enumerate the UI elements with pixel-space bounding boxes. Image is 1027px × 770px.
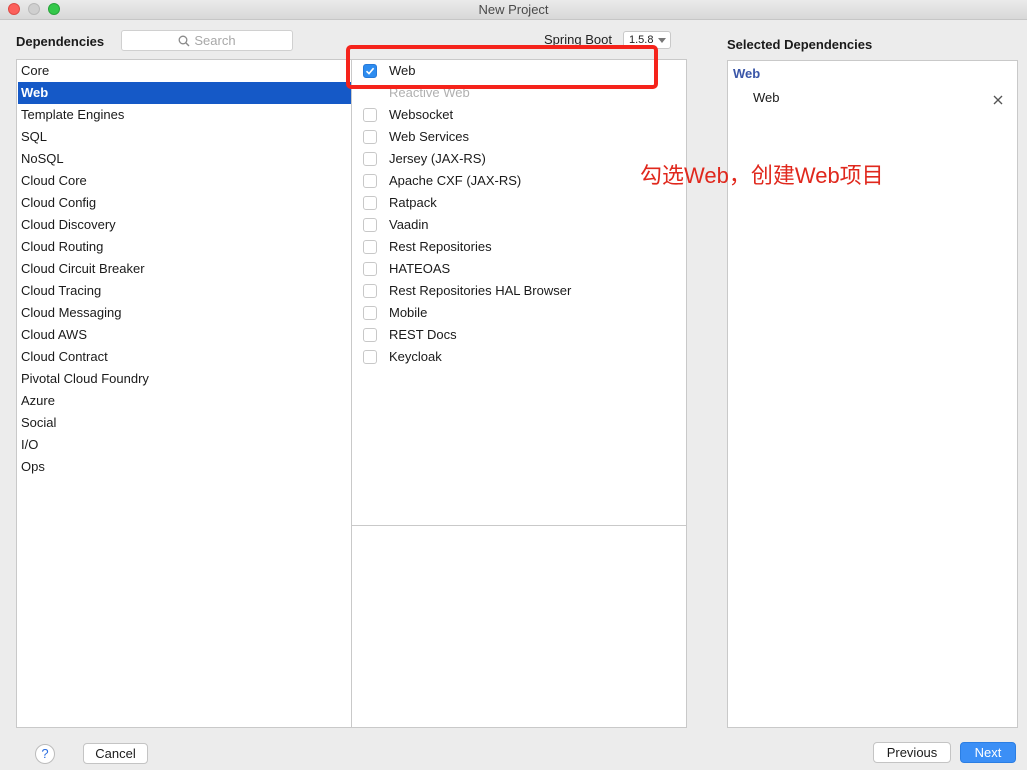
category-item-azure[interactable]: Azure	[18, 390, 351, 412]
checkbox[interactable]	[363, 350, 377, 364]
category-item-sql[interactable]: SQL	[18, 126, 351, 148]
dependency-label: Ratpack	[389, 195, 437, 210]
checkbox[interactable]	[363, 306, 377, 320]
previous-button[interactable]: Previous	[873, 742, 951, 763]
dependency-label: Vaadin	[389, 217, 429, 232]
category-item-web[interactable]: Web	[18, 82, 351, 104]
dependency-label: Jersey (JAX-RS)	[389, 151, 486, 166]
category-item-cloud-aws[interactable]: Cloud AWS	[18, 324, 351, 346]
dependency-label: REST Docs	[389, 327, 457, 342]
close-icon[interactable]	[992, 94, 1004, 106]
category-item-cloud-config[interactable]: Cloud Config	[18, 192, 351, 214]
checkbox[interactable]	[363, 218, 377, 232]
dependencies-label: Dependencies	[16, 34, 105, 49]
category-item-cloud-core[interactable]: Cloud Core	[18, 170, 351, 192]
dependency-label: Apache CXF (JAX-RS)	[389, 173, 522, 188]
checkbox[interactable]	[363, 196, 377, 210]
window-title: New Project	[478, 2, 549, 17]
checkbox[interactable]	[363, 108, 377, 122]
category-item-pivotal-cloud-foundry[interactable]: Pivotal Cloud Foundry	[18, 368, 351, 390]
dependency-label: Websocket	[389, 107, 454, 122]
checkbox[interactable]	[363, 174, 377, 188]
cancel-button[interactable]: Cancel	[83, 743, 148, 764]
checkbox[interactable]	[363, 240, 377, 254]
next-button[interactable]: Next	[960, 742, 1016, 763]
dependency-label: Web Services	[389, 129, 469, 144]
category-item-cloud-discovery[interactable]: Cloud Discovery	[18, 214, 351, 236]
category-item-cloud-tracing[interactable]: Cloud Tracing	[18, 280, 351, 302]
dependency-label: Rest Repositories	[389, 239, 492, 254]
dependency-list: Web Reactive Web Websocket Web Services …	[351, 59, 687, 526]
category-item-io[interactable]: I/O	[18, 434, 351, 456]
category-item-cloud-messaging[interactable]: Cloud Messaging	[18, 302, 351, 324]
selected-dependency-item: Web	[753, 90, 780, 105]
category-item-social[interactable]: Social	[18, 412, 351, 434]
category-list: Core Web Template Engines SQL NoSQL Clou…	[16, 59, 352, 728]
selected-dependencies-label: Selected Dependencies	[727, 37, 873, 52]
search-placeholder: Search	[194, 33, 236, 48]
annotation-highlight-box	[346, 45, 658, 89]
annotation-text: 勾选Web，创建Web项目	[640, 163, 884, 188]
title-bar: New Project	[0, 0, 1027, 20]
category-item-template-engines[interactable]: Template Engines	[18, 104, 351, 126]
category-item-cloud-circuit-breaker[interactable]: Cloud Circuit Breaker	[18, 258, 351, 280]
chevron-down-icon	[658, 38, 666, 43]
dependency-label: Keycloak	[389, 349, 442, 364]
checkbox[interactable]	[363, 284, 377, 298]
dependency-label: Mobile	[389, 305, 428, 320]
checkbox[interactable]	[363, 262, 377, 276]
category-item-core[interactable]: Core	[18, 60, 351, 82]
category-item-ops[interactable]: Ops	[18, 456, 351, 478]
checkbox[interactable]	[363, 152, 377, 166]
checkbox[interactable]	[363, 130, 377, 144]
help-button[interactable]: ?	[35, 744, 55, 764]
category-item-cloud-routing[interactable]: Cloud Routing	[18, 236, 351, 258]
dependency-label: Rest Repositories HAL Browser	[389, 283, 572, 298]
selected-group-title: Web	[733, 66, 761, 81]
category-item-nosql[interactable]: NoSQL	[18, 148, 351, 170]
dependency-description-panel	[351, 525, 687, 728]
category-item-cloud-contract[interactable]: Cloud Contract	[18, 346, 351, 368]
checkbox[interactable]	[363, 328, 377, 342]
dependency-label: HATEOAS	[389, 261, 451, 276]
search-input[interactable]: Search	[121, 30, 293, 51]
search-icon	[178, 33, 194, 48]
